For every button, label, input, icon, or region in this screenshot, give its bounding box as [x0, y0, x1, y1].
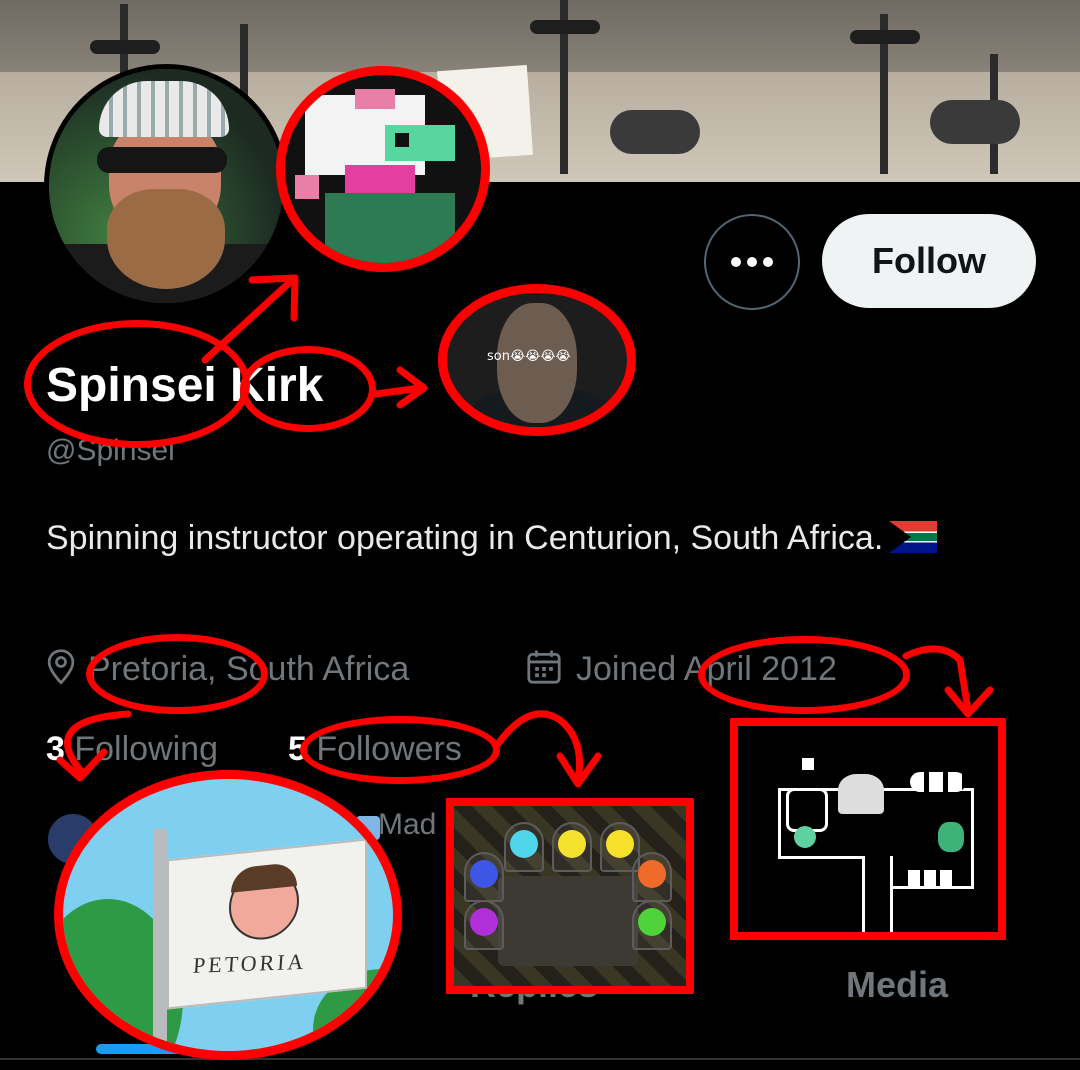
arrow-name-to-sprite — [201, 278, 294, 364]
arrow-head — [56, 748, 108, 782]
annotation-arrows — [56, 274, 994, 788]
